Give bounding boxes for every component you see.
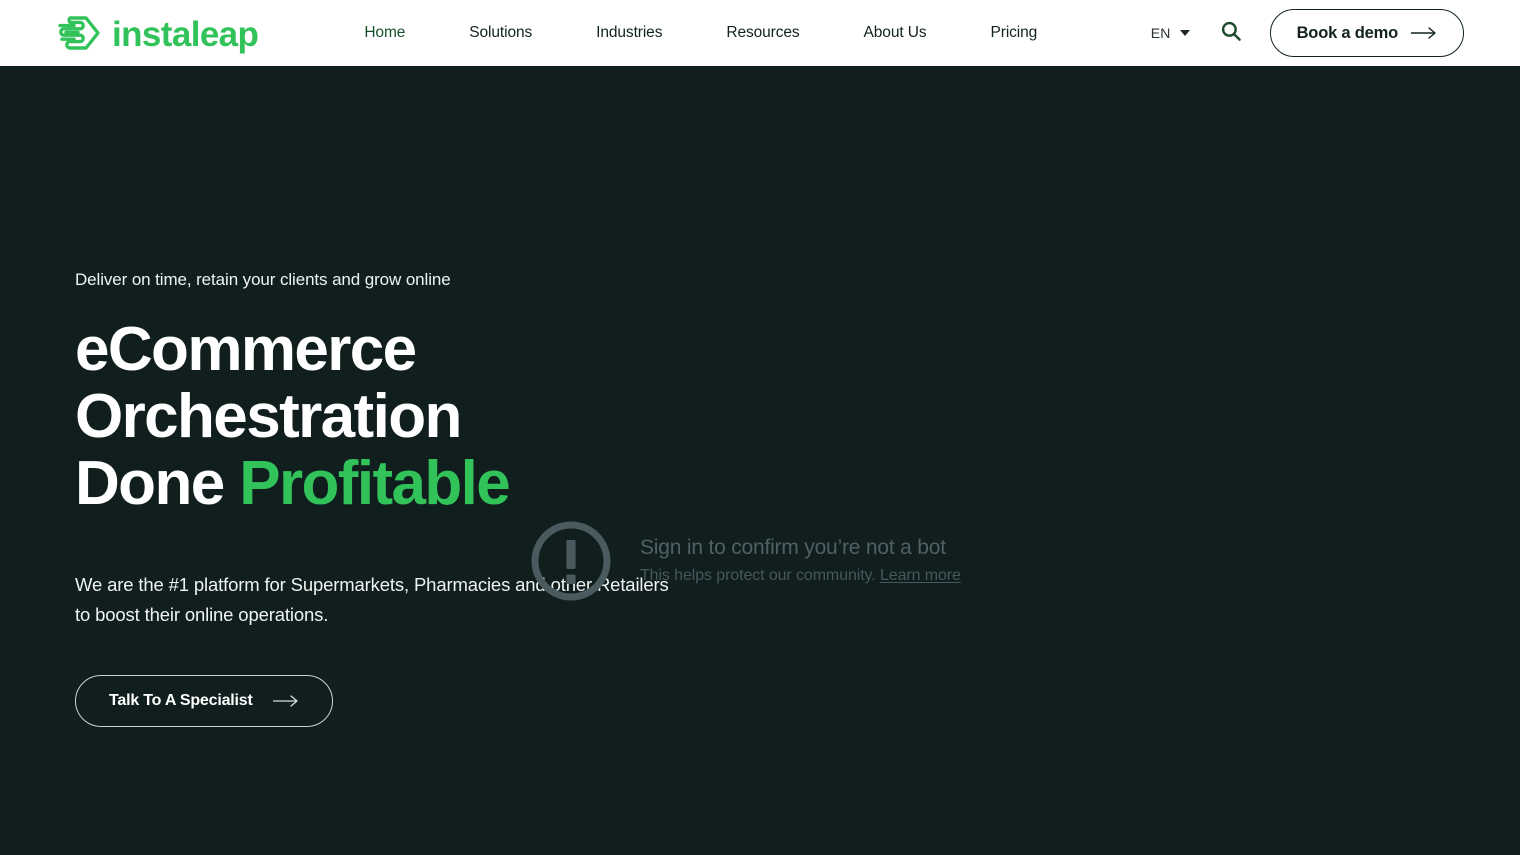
header-actions: EN Book a demo <box>1151 9 1464 57</box>
nav-item-industries[interactable]: Industries <box>596 16 662 50</box>
logo-wordmark: instaleap <box>112 14 259 54</box>
hero-section: Deliver on time, retain your clients and… <box>0 66 1520 855</box>
search-icon <box>1220 20 1242 47</box>
book-a-demo-button[interactable]: Book a demo <box>1269 9 1464 57</box>
nav-item-about-us[interactable]: About Us <box>864 16 927 50</box>
search-button[interactable] <box>1218 20 1244 46</box>
nav-item-pricing[interactable]: Pricing <box>991 16 1038 50</box>
headline-line-1: eCommerce <box>75 315 417 384</box>
hero-content: Deliver on time, retain your clients and… <box>75 270 1075 727</box>
learn-more-link[interactable]: Learn more <box>880 567 961 584</box>
headline-line-3-accent: Profitable <box>239 449 511 518</box>
hero-eyebrow: Deliver on time, retain your clients and… <box>75 270 451 289</box>
site-header: instaleap Home Solutions Industries Reso… <box>0 0 1520 66</box>
instaleap-chevron-lines-icon <box>56 14 102 52</box>
subcopy-line-1: We are the #1 platform for Supermarkets,… <box>75 574 669 595</box>
talk-to-a-specialist-button[interactable]: Talk To A Specialist <box>75 675 333 727</box>
main-nav: Home Solutions Industries Resources Abou… <box>364 16 1037 50</box>
logo[interactable]: instaleap <box>56 14 259 54</box>
arrow-right-icon <box>272 695 299 707</box>
book-a-demo-label: Book a demo <box>1296 23 1399 42</box>
nav-item-solutions[interactable]: Solutions <box>469 16 532 50</box>
hero-subcopy: We are the #1 platform for Supermarkets,… <box>75 570 795 630</box>
headline-line-2: Orchestration <box>75 382 462 451</box>
language-value: EN <box>1150 25 1171 41</box>
subcopy-line-2: to boost their online operations. <box>75 604 329 625</box>
chevron-down-icon <box>1179 30 1190 36</box>
arrow-right-icon <box>1411 27 1437 39</box>
language-selector[interactable]: EN <box>1151 25 1190 41</box>
nav-item-resources[interactable]: Resources <box>726 16 799 50</box>
hero-headline: eCommerce Orchestration Done Profitable <box>75 316 1075 517</box>
nav-item-home[interactable]: Home <box>364 16 405 50</box>
talk-to-a-specialist-label: Talk To A Specialist <box>109 692 253 709</box>
headline-line-3-plain: Done <box>75 449 225 518</box>
